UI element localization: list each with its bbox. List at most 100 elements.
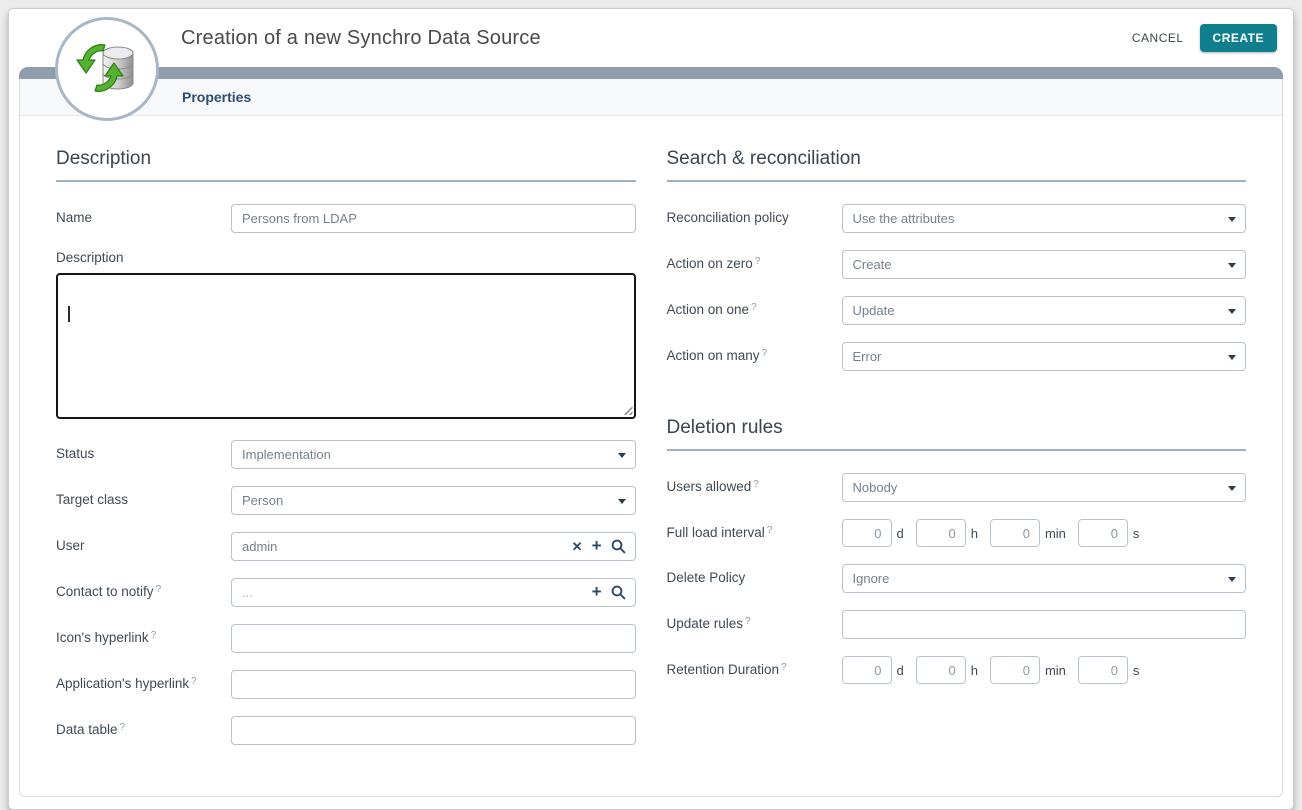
- help-icon: ?: [755, 256, 761, 267]
- user-label: User: [56, 538, 85, 553]
- retention-duration-minutes-input[interactable]: [990, 656, 1040, 684]
- tabstrip: Properties: [20, 79, 1282, 116]
- days-unit-label: d: [897, 663, 904, 678]
- delete-policy-select[interactable]: Ignore: [842, 564, 1247, 593]
- full-load-interval-minutes-input[interactable]: [990, 519, 1040, 547]
- chevron-down-icon: [1228, 309, 1236, 314]
- field-action-on-one: Action on one? Update: [667, 296, 1247, 325]
- field-delete-policy: Delete Policy Ignore: [667, 564, 1247, 593]
- chevron-down-icon: [1228, 217, 1236, 222]
- status-select[interactable]: Implementation: [231, 440, 636, 469]
- action-on-one-select[interactable]: Update: [842, 296, 1247, 325]
- synchro-database-icon: [75, 37, 139, 101]
- full-load-interval-label: Full load interval: [667, 525, 765, 540]
- field-applications-hyperlink: Application's hyperlink?: [56, 670, 636, 699]
- help-icon: ?: [753, 479, 759, 490]
- seconds-unit-label: s: [1133, 663, 1140, 678]
- clear-icon[interactable]: ✕: [572, 540, 583, 553]
- left-column: Description Name Description: [56, 148, 636, 762]
- applications-hyperlink-label: Application's hyperlink: [56, 676, 189, 691]
- users-allowed-select-value: Nobody: [853, 480, 898, 495]
- help-icon: ?: [151, 630, 157, 641]
- full-load-interval-days-input[interactable]: [842, 519, 892, 547]
- update-rules-label: Update rules: [667, 616, 744, 631]
- form-panel: Properties Description Name Description: [19, 79, 1283, 797]
- header-actions: CANCEL CREATE: [1132, 24, 1277, 52]
- retention-duration-seconds-input[interactable]: [1078, 656, 1128, 684]
- chevron-down-icon: [1228, 263, 1236, 268]
- help-icon: ?: [191, 676, 197, 687]
- reconciliation-policy-select-value: Use the attributes: [853, 211, 955, 226]
- full-load-interval-seconds-input[interactable]: [1078, 519, 1128, 547]
- field-user: User ✕ +: [56, 532, 636, 561]
- reconciliation-policy-label: Reconciliation policy: [667, 210, 789, 225]
- action-on-zero-select[interactable]: Create: [842, 250, 1247, 279]
- update-rules-input[interactable]: [842, 610, 1247, 639]
- status-select-value: Implementation: [242, 447, 331, 462]
- field-contact-to-notify: Contact to notify? +: [56, 578, 636, 607]
- name-input[interactable]: [231, 204, 636, 233]
- target-class-label: Target class: [56, 492, 128, 507]
- icons-hyperlink-label: Icon's hyperlink: [56, 630, 149, 645]
- section-title-deletion-rules: Deletion rules: [667, 417, 1247, 451]
- help-icon: ?: [767, 525, 773, 536]
- search-icon[interactable]: [611, 539, 626, 554]
- name-label: Name: [56, 210, 92, 225]
- text-cursor: [68, 306, 70, 322]
- add-icon[interactable]: +: [592, 583, 602, 600]
- users-allowed-select[interactable]: Nobody: [842, 473, 1247, 502]
- section-deletion-rules: Deletion rules Users allowed? Nobody Ful…: [667, 417, 1247, 684]
- seconds-unit-label: s: [1133, 526, 1140, 541]
- days-unit-label: d: [897, 526, 904, 541]
- panel-content: Description Name Description: [20, 116, 1282, 796]
- icons-hyperlink-input[interactable]: [231, 624, 636, 653]
- description-label: Description: [56, 250, 636, 265]
- users-allowed-label: Users allowed: [667, 479, 752, 494]
- field-reconciliation-policy: Reconciliation policy Use the attributes: [667, 204, 1247, 233]
- action-on-zero-label: Action on zero: [667, 256, 753, 271]
- section-description: Description Name Description: [56, 148, 636, 745]
- field-description: Description: [56, 250, 636, 419]
- chevron-down-icon: [618, 453, 626, 458]
- field-status: Status Implementation: [56, 440, 636, 469]
- chevron-down-icon: [1228, 355, 1236, 360]
- contact-to-notify-label: Contact to notify: [56, 584, 154, 599]
- help-icon: ?: [745, 616, 751, 627]
- action-on-zero-select-value: Create: [853, 257, 892, 272]
- tab-top-bar: [19, 67, 1283, 79]
- status-label: Status: [56, 446, 94, 461]
- full-load-interval-hours-input[interactable]: [916, 519, 966, 547]
- target-class-select-value: Person: [242, 493, 283, 508]
- retention-duration-duration: d h min s: [842, 656, 1247, 684]
- action-on-one-label: Action on one: [667, 302, 750, 317]
- field-target-class: Target class Person: [56, 486, 636, 515]
- hours-unit-label: h: [971, 526, 978, 541]
- delete-policy-select-value: Ignore: [853, 571, 890, 586]
- tab-properties[interactable]: Properties: [182, 89, 251, 105]
- field-full-load-interval: Full load interval? d h min s: [667, 519, 1247, 547]
- action-on-many-select[interactable]: Error: [842, 342, 1247, 371]
- field-icons-hyperlink: Icon's hyperlink?: [56, 624, 636, 653]
- applications-hyperlink-input[interactable]: [231, 670, 636, 699]
- minutes-unit-label: min: [1045, 526, 1066, 541]
- field-action-on-many: Action on many? Error: [667, 342, 1247, 371]
- help-icon: ?: [120, 722, 126, 733]
- retention-duration-days-input[interactable]: [842, 656, 892, 684]
- chevron-down-icon: [1228, 486, 1236, 491]
- add-icon[interactable]: +: [592, 537, 602, 554]
- cancel-button[interactable]: CANCEL: [1132, 31, 1184, 45]
- section-title-search-reconciliation: Search & reconciliation: [667, 148, 1247, 182]
- field-name: Name: [56, 204, 636, 233]
- retention-duration-hours-input[interactable]: [916, 656, 966, 684]
- page-title: Creation of a new Synchro Data Source: [181, 27, 541, 50]
- contact-to-notify-input[interactable]: [231, 578, 636, 607]
- data-table-label: Data table: [56, 722, 118, 737]
- reconciliation-policy-select[interactable]: Use the attributes: [842, 204, 1247, 233]
- target-class-select[interactable]: Person: [231, 486, 636, 515]
- data-table-input[interactable]: [231, 716, 636, 745]
- create-button[interactable]: CREATE: [1200, 24, 1277, 52]
- field-action-on-zero: Action on zero? Create: [667, 250, 1247, 279]
- search-icon[interactable]: [611, 585, 626, 600]
- description-textarea[interactable]: [56, 273, 636, 419]
- right-column: Search & reconciliation Reconciliation p…: [667, 148, 1247, 762]
